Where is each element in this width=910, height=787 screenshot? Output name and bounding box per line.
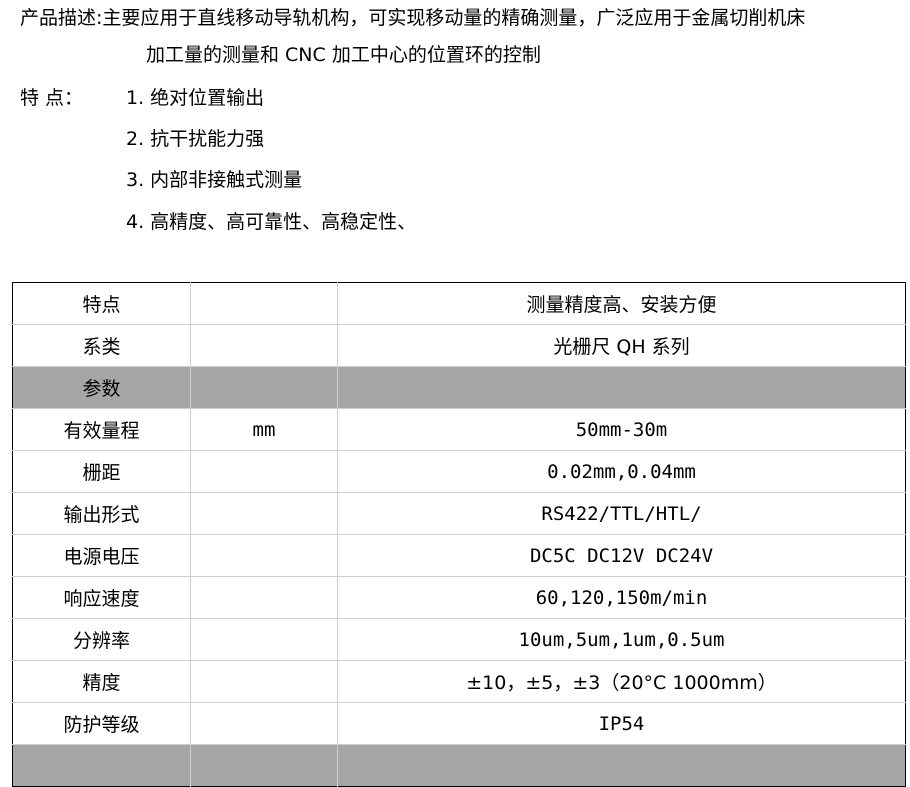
table-row: 参数	[12, 366, 906, 409]
feature-item-4: 4. 高精度、高可靠性、高稳定性、	[126, 211, 417, 233]
table-row: 系类 光栅尺 QH 系列	[12, 324, 906, 367]
table-row: 栅距 0.02mm,0.04mm	[12, 450, 906, 493]
features-label: 特 点：	[20, 87, 84, 109]
spec-value	[337, 366, 906, 409]
spec-unit	[190, 450, 338, 493]
spec-value: ±10，±5，±3（20°C 1000mm）	[337, 660, 906, 703]
table-row: 防护等级 IP54	[12, 702, 906, 745]
spec-value: 光栅尺 QH 系列	[337, 324, 906, 367]
spec-value: DC5C DC12V DC24V	[337, 534, 906, 577]
spec-unit	[190, 534, 338, 577]
spec-name: 电源电压	[12, 534, 191, 577]
spec-value: 10um,5um,1um,0.5um	[337, 618, 906, 661]
spec-name: 输出形式	[12, 492, 191, 535]
feature-item-1: 1. 绝对位置输出	[126, 87, 265, 109]
spec-name: 参数	[12, 366, 191, 409]
spec-unit	[190, 660, 338, 703]
table-row	[12, 744, 906, 787]
product-description-line-1: 产品描述:主要应用于直线移动导轨机构，可实现移动量的精确测量，广泛应用于金属切削…	[20, 7, 806, 29]
spec-name: 有效量程	[12, 408, 191, 451]
spec-value: 50mm-30m	[337, 408, 906, 451]
spec-unit	[190, 366, 338, 409]
product-description-line-2: 加工量的测量和 CNC 加工中心的位置环的控制	[146, 44, 541, 66]
spec-name: 防护等级	[12, 702, 191, 745]
spec-name: 栅距	[12, 450, 191, 493]
spec-unit	[190, 324, 338, 367]
spec-unit	[190, 744, 338, 787]
spec-name: 分辨率	[12, 618, 191, 661]
spec-value	[337, 744, 906, 787]
spec-unit	[190, 282, 338, 325]
spec-name	[12, 744, 191, 787]
spec-name: 特点	[12, 282, 191, 325]
table-row: 电源电压 DC5C DC12V DC24V	[12, 534, 906, 577]
spec-value: RS422/TTL/HTL/	[337, 492, 906, 535]
spec-unit	[190, 618, 338, 661]
table-row: 分辨率 10um,5um,1um,0.5um	[12, 618, 906, 661]
table-row: 响应速度 60,120,150m/min	[12, 576, 906, 619]
spec-name: 系类	[12, 324, 191, 367]
spec-table: 特点 测量精度高、安装方便 系类 光栅尺 QH 系列 参数 有效量程 mm 50…	[12, 282, 906, 787]
table-row: 精度 ±10，±5，±3（20°C 1000mm）	[12, 660, 906, 703]
spec-value: 0.02mm,0.04mm	[337, 450, 906, 493]
spec-unit	[190, 492, 338, 535]
spec-value: 60,120,150m/min	[337, 576, 906, 619]
spec-name: 响应速度	[12, 576, 191, 619]
spec-value: IP54	[337, 702, 906, 745]
table-row: 特点 测量精度高、安装方便	[12, 282, 906, 325]
feature-item-3: 3. 内部非接触式测量	[126, 169, 303, 191]
spec-unit: mm	[190, 408, 338, 451]
spec-value: 测量精度高、安装方便	[337, 282, 906, 325]
spec-unit	[190, 576, 338, 619]
spec-name: 精度	[12, 660, 191, 703]
table-row: 有效量程 mm 50mm-30m	[12, 408, 906, 451]
table-row: 输出形式 RS422/TTL/HTL/	[12, 492, 906, 535]
feature-item-2: 2. 抗干扰能力强	[126, 128, 265, 150]
spec-unit	[190, 702, 338, 745]
